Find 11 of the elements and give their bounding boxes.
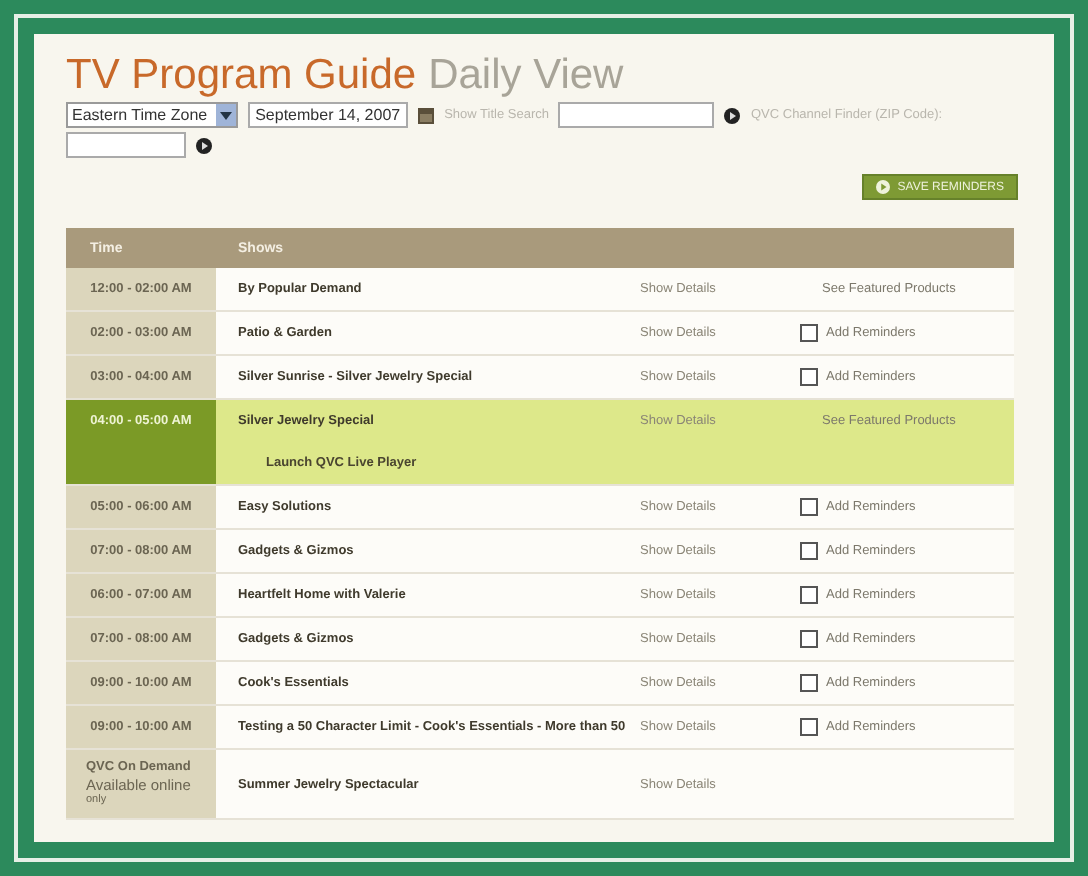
- time-zone-select[interactable]: Eastern Time Zone: [66, 102, 238, 128]
- go-icon[interactable]: [724, 107, 741, 123]
- zip-code-field[interactable]: [66, 132, 186, 158]
- page-title: TV Program Guide: [66, 54, 417, 98]
- calendar-icon[interactable]: [418, 107, 435, 123]
- date-field[interactable]: September 14, 2007: [247, 102, 409, 128]
- caret-icon: [219, 111, 232, 119]
- go-icon[interactable]: [196, 137, 212, 153]
- title-search-field[interactable]: [558, 102, 715, 128]
- page-subtitle: Daily View: [428, 54, 624, 98]
- play-icon: [875, 180, 890, 194]
